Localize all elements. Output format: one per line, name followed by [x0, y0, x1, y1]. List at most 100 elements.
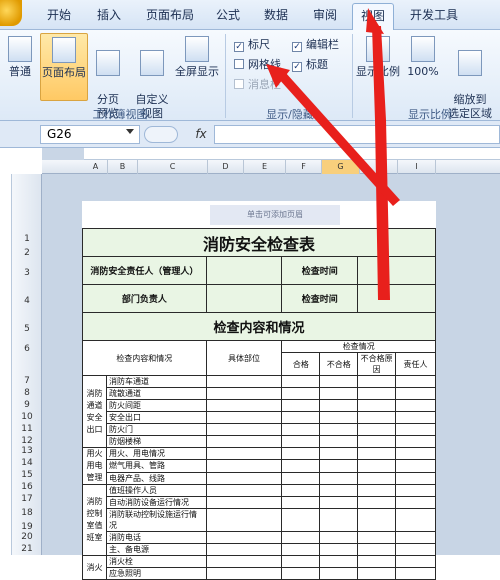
person-cell[interactable] [395, 459, 436, 473]
person-cell[interactable] [395, 555, 436, 568]
pass-cell[interactable] [281, 567, 321, 580]
person-cell[interactable] [395, 471, 436, 486]
dept-head-value[interactable] [205, 284, 283, 313]
person-cell[interactable] [395, 375, 436, 388]
content-title[interactable]: 检查内容和情况 [82, 312, 436, 341]
person-cell[interactable] [395, 543, 436, 556]
category-cell[interactable]: 消防通道安全出口 [82, 375, 107, 448]
location-cell[interactable] [205, 496, 283, 509]
item-cell[interactable]: 主、备电源 [105, 543, 207, 556]
person-cell[interactable] [395, 531, 436, 544]
reason-cell[interactable] [357, 375, 397, 388]
person-cell[interactable] [395, 411, 436, 424]
normal-view-button[interactable]: 普通 [2, 34, 38, 100]
row-header[interactable]: 11 [12, 424, 42, 434]
person-cell[interactable] [395, 435, 436, 448]
full-screen-button[interactable]: 全屏显示 [173, 34, 221, 100]
location-cell[interactable] [205, 555, 283, 568]
headings-checkbox[interactable]: ✓ 标题 [292, 56, 328, 72]
name-box[interactable]: G26 [40, 125, 140, 144]
row-header[interactable]: 7 [12, 376, 42, 386]
row-header[interactable]: 21 [12, 544, 42, 554]
row-header[interactable]: 14 [12, 458, 42, 468]
page-header-placeholder[interactable]: 单击可添加页眉 [210, 205, 340, 225]
page-break-preview-button[interactable]: 分页 预览 [90, 34, 126, 120]
column-header-h[interactable]: H [360, 160, 398, 174]
location-cell[interactable] [205, 459, 283, 473]
zoom-100-button[interactable]: 100% [404, 34, 442, 100]
col-fail-header[interactable]: 不合格 [319, 352, 359, 376]
person-cell[interactable] [395, 446, 436, 461]
location-cell[interactable] [205, 471, 283, 486]
fail-cell[interactable] [319, 435, 359, 448]
formula-input[interactable] [214, 125, 500, 144]
category-cell[interactable]: 用火用电管理 [82, 447, 107, 485]
reason-cell[interactable] [357, 496, 397, 509]
row-header[interactable]: 19 [12, 522, 42, 532]
page-layout-view-button[interactable]: 页面布局 [40, 33, 88, 101]
location-cell[interactable] [205, 508, 283, 532]
tab-review[interactable]: 审阅 [313, 6, 337, 23]
location-cell[interactable] [205, 387, 283, 400]
item-cell[interactable]: 消防电话 [105, 531, 207, 544]
pass-cell[interactable] [281, 411, 321, 424]
row-header[interactable]: 1 [12, 234, 42, 244]
reason-cell[interactable] [357, 423, 397, 436]
item-cell[interactable]: 应急照明 [105, 567, 207, 580]
item-cell[interactable]: 疏散通道 [105, 387, 207, 400]
check-time-value-2[interactable] [357, 284, 436, 313]
row-header[interactable]: 6 [12, 344, 42, 354]
zoom-button[interactable]: 显示比例 [356, 34, 400, 100]
column-header-g[interactable]: G [322, 160, 360, 174]
col-status-header[interactable]: 检查情况 [281, 340, 436, 353]
item-cell[interactable]: 自动消防设备运行情况 [105, 496, 207, 509]
name-box-dropdown-icon[interactable] [126, 129, 134, 134]
fail-cell[interactable] [319, 531, 359, 544]
person-cell[interactable] [395, 484, 436, 497]
row-header[interactable]: 12 [12, 436, 42, 446]
pass-cell[interactable] [281, 399, 321, 412]
reason-cell[interactable] [357, 555, 397, 568]
fail-cell[interactable] [319, 459, 359, 473]
tab-page-layout[interactable]: 页面布局 [146, 6, 194, 23]
row-header[interactable]: 9 [12, 400, 42, 410]
fail-cell[interactable] [319, 446, 359, 461]
row-header[interactable]: 17 [12, 494, 42, 504]
col-content-header[interactable]: 检查内容和情况 [82, 340, 207, 376]
row-header[interactable]: 5 [12, 324, 42, 334]
pass-cell[interactable] [281, 423, 321, 436]
row-header[interactable]: 18 [12, 508, 42, 518]
reason-cell[interactable] [357, 387, 397, 400]
pass-cell[interactable] [281, 435, 321, 448]
formula-bar-checkbox[interactable]: ✓ 编辑栏 [292, 36, 339, 52]
item-cell[interactable]: 防火门 [105, 423, 207, 436]
row-header[interactable]: 13 [12, 446, 42, 456]
responsible-label[interactable]: 消防安全责任人（管理人） [82, 256, 207, 285]
pass-cell[interactable] [281, 387, 321, 400]
fail-cell[interactable] [319, 411, 359, 424]
item-cell[interactable]: 消防联动控制设施运行情况 [105, 508, 207, 532]
fail-cell[interactable] [319, 543, 359, 556]
fail-cell[interactable] [319, 484, 359, 497]
col-fail-reason-header[interactable]: 不合格原因 [357, 352, 397, 376]
check-time-label[interactable]: 检查时间 [281, 256, 359, 285]
pass-cell[interactable] [281, 543, 321, 556]
column-header-f[interactable]: F [286, 160, 322, 174]
item-cell[interactable]: 安全出口 [105, 411, 207, 424]
tab-home[interactable]: 开始 [47, 6, 71, 23]
responsible-value[interactable] [205, 256, 283, 285]
pass-cell[interactable] [281, 375, 321, 388]
reason-cell[interactable] [357, 446, 397, 461]
col-location-header[interactable]: 具体部位 [205, 340, 283, 376]
reason-cell[interactable] [357, 508, 397, 532]
fail-cell[interactable] [319, 555, 359, 568]
column-header-b[interactable]: B [108, 160, 138, 174]
table-title[interactable]: 消防安全检查表 [82, 228, 436, 257]
reason-cell[interactable] [357, 543, 397, 556]
reason-cell[interactable] [357, 435, 397, 448]
fail-cell[interactable] [319, 496, 359, 509]
col-pass-header[interactable]: 合格 [281, 352, 321, 376]
check-time-value[interactable] [357, 256, 436, 285]
location-cell[interactable] [205, 411, 283, 424]
office-button-icon[interactable] [0, 0, 22, 26]
